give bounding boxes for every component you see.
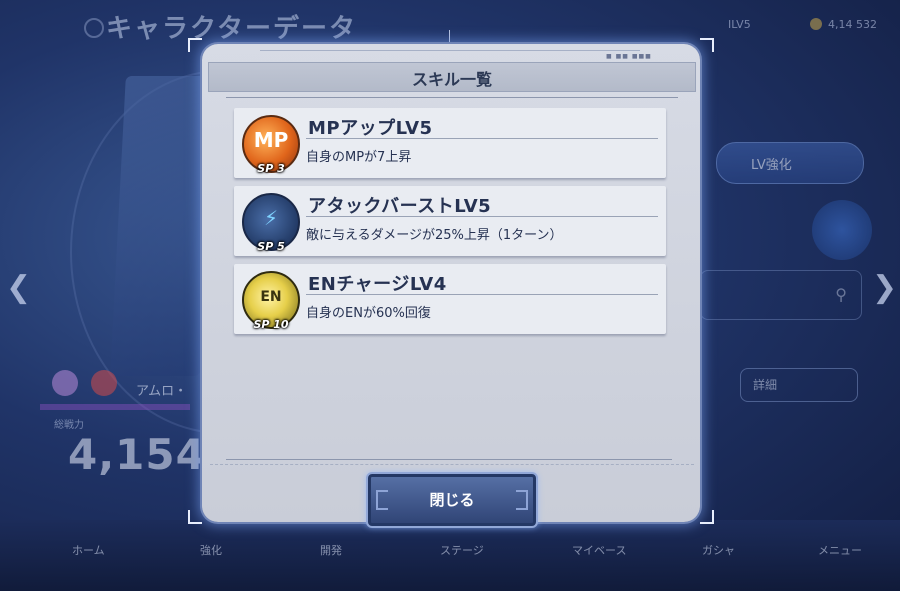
dialog-header: スキル一覧 — [208, 62, 696, 92]
skill-sp-cost: SP 3 — [257, 162, 285, 175]
character-name: アムロ・ — [136, 384, 188, 399]
nav-mybase: マイベース — [572, 544, 627, 557]
attribute-icon — [91, 370, 118, 396]
divider — [306, 138, 658, 139]
coin-count: 4,14 532 — [828, 18, 877, 31]
nav-develop: 開発 — [320, 544, 342, 557]
skill-icon-glyph: MP — [253, 128, 289, 152]
nav-menu: メニュー — [818, 544, 862, 557]
frame-corner — [700, 38, 714, 52]
chevron-right-icon: ❯ — [872, 270, 898, 305]
dotted-divider — [210, 464, 694, 466]
nav-stage: ステージ — [440, 544, 484, 557]
bg-search-box: ⚲ — [700, 270, 862, 320]
chevron-left-icon: ❮ — [6, 270, 32, 305]
skill-description: 自身のMPが7上昇 — [306, 150, 412, 165]
skill-name: アタックバーストLV5 — [308, 196, 492, 217]
header-decor-dots: ■ ■■ ■■■ — [606, 53, 652, 60]
divider — [306, 294, 658, 295]
attribute-icon — [52, 370, 78, 396]
frame-corner — [188, 38, 202, 52]
skill-description: 敵に与えるダメージが25%上昇（1ターン） — [306, 228, 563, 243]
nav-enhance: 強化 — [200, 544, 222, 557]
lv-upgrade-button: LV強化 — [716, 142, 864, 184]
screen-title: キャラクターデータ — [106, 14, 357, 44]
power-value: 4,154 — [68, 430, 206, 479]
detail-label: 詳細 — [753, 378, 778, 392]
nav-home: ホーム — [72, 544, 105, 557]
en-battery-icon: EN SP 10 — [242, 271, 300, 331]
close-button[interactable]: 閉じる — [366, 472, 538, 528]
frame-corner — [188, 510, 202, 524]
divider — [306, 216, 658, 217]
skill-icon-glyph: EN — [260, 289, 282, 305]
detail-button: 詳細 — [740, 368, 858, 402]
lightning-icon: ⚡ SP 5 — [242, 193, 300, 253]
divider — [226, 97, 678, 98]
close-button-label: 閉じる — [429, 491, 475, 509]
dialog-title: スキル一覧 — [411, 70, 492, 89]
skill-sp-cost: SP 5 — [257, 240, 285, 253]
frame-corner — [700, 510, 714, 524]
skill-icon-glyph: ⚡ — [263, 206, 279, 230]
skill-card: MP SP 3 MPアップLV5 自身のMPが7上昇 — [234, 108, 666, 178]
skill-description: 自身のENが60%回復 — [306, 306, 431, 321]
skill-name: ENチャージLV4 — [308, 274, 447, 295]
skill-name: MPアップLV5 — [308, 118, 433, 139]
search-icon: ⚲ — [835, 285, 847, 304]
power-label: 総戦力 — [54, 420, 84, 431]
bg-character-card — [110, 76, 216, 376]
nav-gacha: ガシャ — [702, 544, 735, 557]
bg-gauge-bar — [40, 404, 190, 410]
skill-sp-cost: SP 10 — [253, 318, 289, 331]
bg-attribute-icons — [52, 370, 125, 400]
lv-upgrade-label: LV強化 — [751, 158, 792, 173]
info-icon — [84, 18, 104, 38]
coin-icon — [810, 18, 822, 30]
mp-up-icon: MP SP 3 — [242, 115, 300, 175]
header-decor-line — [260, 50, 640, 51]
divider — [226, 459, 672, 460]
skill-card: ⚡ SP 5 アタックバーストLV5 敵に与えるダメージが25%上昇（1ターン） — [234, 186, 666, 256]
player-level: ILV5 — [728, 18, 751, 31]
bg-target-icon — [812, 200, 872, 260]
skill-card: EN SP 10 ENチャージLV4 自身のENが60%回復 — [234, 264, 666, 334]
